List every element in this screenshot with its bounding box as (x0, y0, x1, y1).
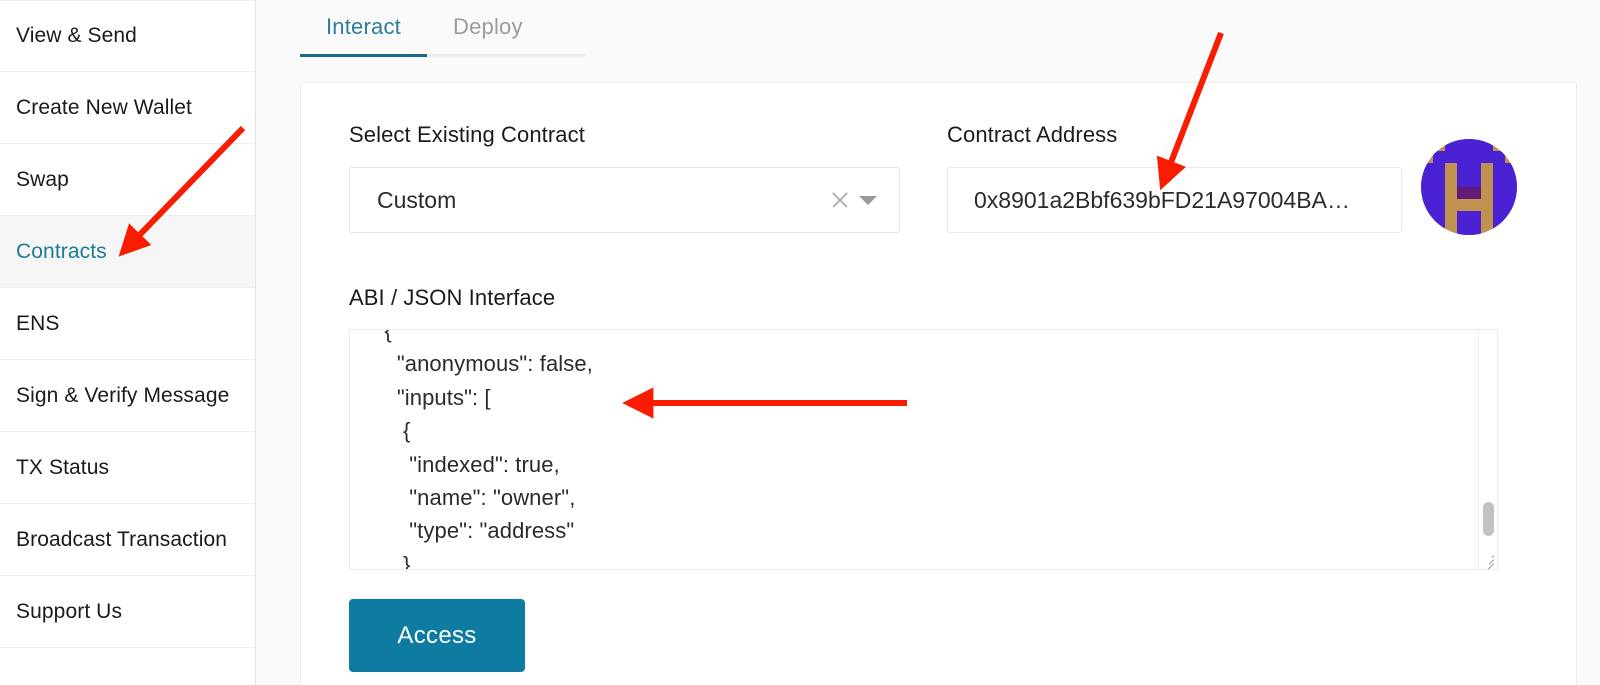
sidebar-item-label: Create New Wallet (16, 96, 192, 120)
sidebar-item-contracts[interactable]: Contracts (0, 216, 255, 288)
resize-grip-icon[interactable] (1479, 551, 1496, 568)
select-contract-label: Select Existing Contract (349, 122, 585, 148)
sidebar-item-swap[interactable]: Swap (0, 144, 255, 216)
tab-label: Interact (326, 14, 401, 40)
tab-deploy[interactable]: Deploy (427, 0, 549, 54)
sidebar-item-broadcast-transaction[interactable]: Broadcast Transaction (0, 504, 255, 576)
sidebar-item-sign-verify-message[interactable]: Sign & Verify Message (0, 360, 255, 432)
sidebar-item-label: Support Us (16, 600, 122, 624)
tab-interact[interactable]: Interact (300, 0, 427, 54)
sidebar-item-label: Sign & Verify Message (16, 384, 229, 408)
sidebar-item-view-send[interactable]: View & Send (0, 0, 255, 72)
scrollbar-thumb[interactable] (1483, 502, 1494, 536)
sidebar-item-create-new-wallet[interactable]: Create New Wallet (0, 72, 255, 144)
sidebar-item-tx-status[interactable]: TX Status (0, 432, 255, 504)
sidebar-item-label: ENS (16, 312, 59, 336)
sidebar-item-label: Swap (16, 168, 69, 192)
tab-label: Deploy (453, 14, 523, 40)
abi-textarea[interactable]: { "anonymous": false, "inputs": [ { "ind… (349, 329, 1498, 570)
contract-address-input[interactable]: 0x8901a2Bbf639bFD21A97004BA… (947, 167, 1402, 233)
caret-down-icon[interactable] (859, 196, 877, 205)
sidebar-item-ens[interactable]: ENS (0, 288, 255, 360)
sidebar-item-label: TX Status (16, 456, 109, 480)
close-x-icon[interactable] (827, 187, 853, 213)
vertical-scrollbar[interactable] (1478, 330, 1497, 569)
select-contract-dropdown[interactable]: Custom (349, 167, 900, 233)
sidebar-item-label: View & Send (16, 24, 137, 48)
tab-bar: Interact Deploy (300, 0, 585, 57)
abi-label: ABI / JSON Interface (349, 285, 555, 311)
access-button[interactable]: Access (349, 599, 525, 672)
interact-card: Select Existing Contract Custom Contract… (300, 82, 1577, 685)
contract-address-value: 0x8901a2Bbf639bFD21A97004BA… (948, 187, 1350, 214)
address-identicon (1421, 139, 1517, 235)
main-content: Interact Deploy Select Existing Contract… (256, 0, 1600, 685)
contract-address-label: Contract Address (947, 122, 1117, 148)
sidebar-item-label: Broadcast Transaction (16, 528, 227, 552)
sidebar: View & Send Create New Wallet Swap Contr… (0, 0, 256, 685)
sidebar-item-label: Contracts (16, 240, 107, 264)
select-contract-value: Custom (350, 187, 827, 214)
sidebar-item-support-us[interactable]: Support Us (0, 576, 255, 648)
app-root: View & Send Create New Wallet Swap Contr… (0, 0, 1600, 685)
abi-textarea-value: { "anonymous": false, "inputs": [ { "ind… (350, 329, 1480, 570)
identicon-svg (1421, 139, 1517, 235)
